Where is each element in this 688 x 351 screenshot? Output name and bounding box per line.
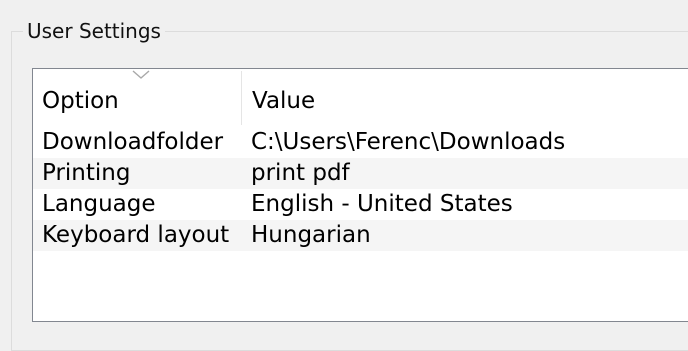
option-cell: Printing <box>42 160 131 186</box>
group-title: User Settings <box>23 17 165 45</box>
table-row[interactable]: Keyboard layout Hungarian <box>33 220 688 251</box>
value-cell: Hungarian <box>251 222 371 248</box>
option-cell: Keyboard layout <box>42 222 230 248</box>
table-row[interactable]: Language English - United States <box>33 189 688 220</box>
value-cell: C:\Users\Ferenc\Downloads <box>251 129 566 155</box>
table-row[interactable]: Printing print pdf <box>33 158 688 189</box>
chevron-down-icon <box>132 70 150 79</box>
column-header-value[interactable]: Value <box>252 69 688 125</box>
value-cell: English - United States <box>251 191 513 217</box>
value-cell: print pdf <box>251 160 350 186</box>
option-cell: Downloadfolder <box>42 129 224 155</box>
list-header: Option Value <box>33 69 688 125</box>
table-row[interactable]: Downloadfolder C:\Users\Ferenc\Downloads <box>33 127 688 158</box>
option-cell: Language <box>42 191 156 217</box>
column-divider[interactable] <box>241 71 242 125</box>
settings-list-view[interactable]: Option Value Downloadfolder C:\Users\Fer… <box>32 68 688 322</box>
